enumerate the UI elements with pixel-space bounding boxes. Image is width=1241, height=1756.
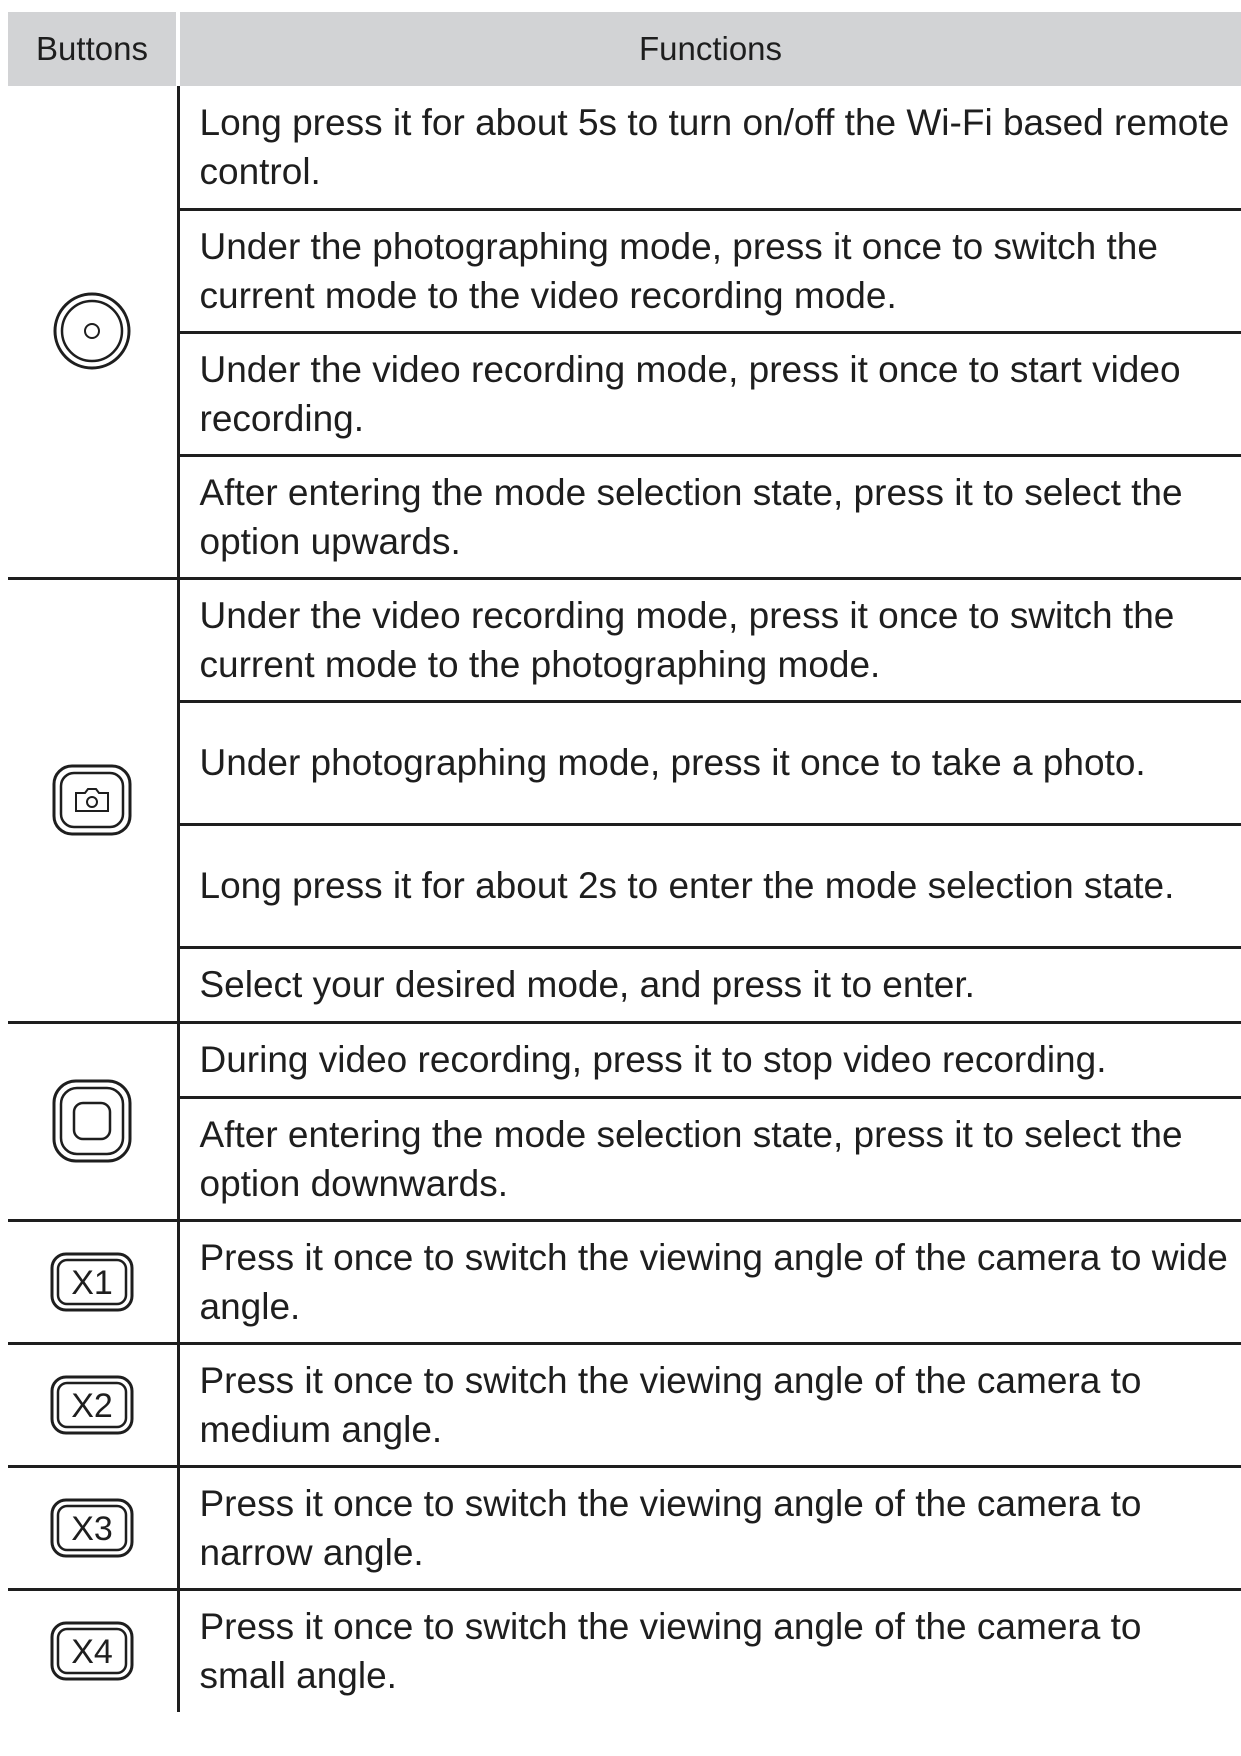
table-row: Under the video recording mode, press it…	[8, 332, 1241, 457]
power-button-icon	[52, 291, 132, 371]
table-header-row: Buttons Functions	[8, 12, 1241, 86]
camera-button-icon	[52, 764, 132, 836]
table-row: After entering the mode selection state,…	[8, 455, 1241, 580]
function-text: During video recording, press it to stop…	[178, 1022, 1241, 1099]
x2-button-icon: X2	[50, 1375, 134, 1435]
table-row: During video recording, press it to stop…	[8, 1022, 1241, 1222]
table-row: Long press it for about 5s to turn on/of…	[8, 86, 1241, 580]
function-text: Long press it for about 2s to enter the …	[178, 824, 1241, 949]
table-row: X3 Press it once to switch the viewing a…	[8, 1466, 1241, 1591]
table-row: X2 Press it once to switch the viewing a…	[8, 1343, 1241, 1468]
table-row: X4 Press it once to switch the viewing a…	[8, 1589, 1241, 1712]
function-text: Under the video recording mode, press it…	[178, 332, 1241, 457]
function-text: Press it once to switch the viewing angl…	[178, 1466, 1241, 1591]
button-cell-x2: X2	[8, 1343, 180, 1468]
function-text: Under the video recording mode, press it…	[178, 578, 1241, 703]
button-functions-table: Buttons Functions Long press it for abou…	[8, 12, 1241, 1712]
table-row: X1 Press it once to switch the viewing a…	[8, 1220, 1241, 1345]
header-functions: Functions	[178, 12, 1241, 86]
button-cell-power	[8, 86, 180, 580]
x2-label: X2	[71, 1387, 113, 1425]
function-text: After entering the mode selection state,…	[178, 455, 1241, 580]
table-row: After entering the mode selection state,…	[8, 1097, 1241, 1222]
function-text: Under the photographing mode, press it o…	[178, 209, 1241, 334]
function-text: Press it once to switch the viewing angl…	[199, 1606, 1142, 1697]
function-text: Press it once to switch the viewing angl…	[178, 1343, 1241, 1468]
x4-button-icon: X4	[50, 1621, 134, 1681]
x3-button-icon: X3	[50, 1498, 134, 1558]
table-row: Select your desired mode, and press it t…	[8, 947, 1241, 1024]
button-cell-x4: X4	[8, 1589, 180, 1712]
table-row: Under the video recording mode, press it…	[8, 578, 1241, 1024]
header-buttons: Buttons	[8, 12, 180, 86]
function-text: Select your desired mode, and press it t…	[178, 947, 1241, 1024]
table-row: Long press it for about 2s to enter the …	[8, 824, 1241, 949]
function-text: Long press it for about 5s to turn on/of…	[178, 86, 1241, 211]
x3-label: X3	[71, 1510, 113, 1548]
button-cell-stop	[8, 1022, 180, 1222]
table-row: Under photographing mode, press it once …	[8, 701, 1241, 826]
x4-label: X4	[71, 1633, 113, 1671]
table-row: Under the photographing mode, press it o…	[8, 209, 1241, 334]
button-cell-x1: X1	[8, 1220, 180, 1345]
x1-label: X1	[71, 1264, 113, 1302]
manual-page: Buttons Functions Long press it for abou…	[0, 0, 1241, 1756]
function-text: After entering the mode selection state,…	[178, 1097, 1241, 1222]
function-text: Under photographing mode, press it once …	[178, 701, 1241, 826]
x1-button-icon: X1	[50, 1252, 134, 1312]
function-text: Press it once to switch the viewing angl…	[178, 1220, 1241, 1345]
stop-button-icon	[52, 1079, 132, 1163]
button-cell-camera	[8, 578, 180, 1024]
button-cell-x3: X3	[8, 1466, 180, 1591]
